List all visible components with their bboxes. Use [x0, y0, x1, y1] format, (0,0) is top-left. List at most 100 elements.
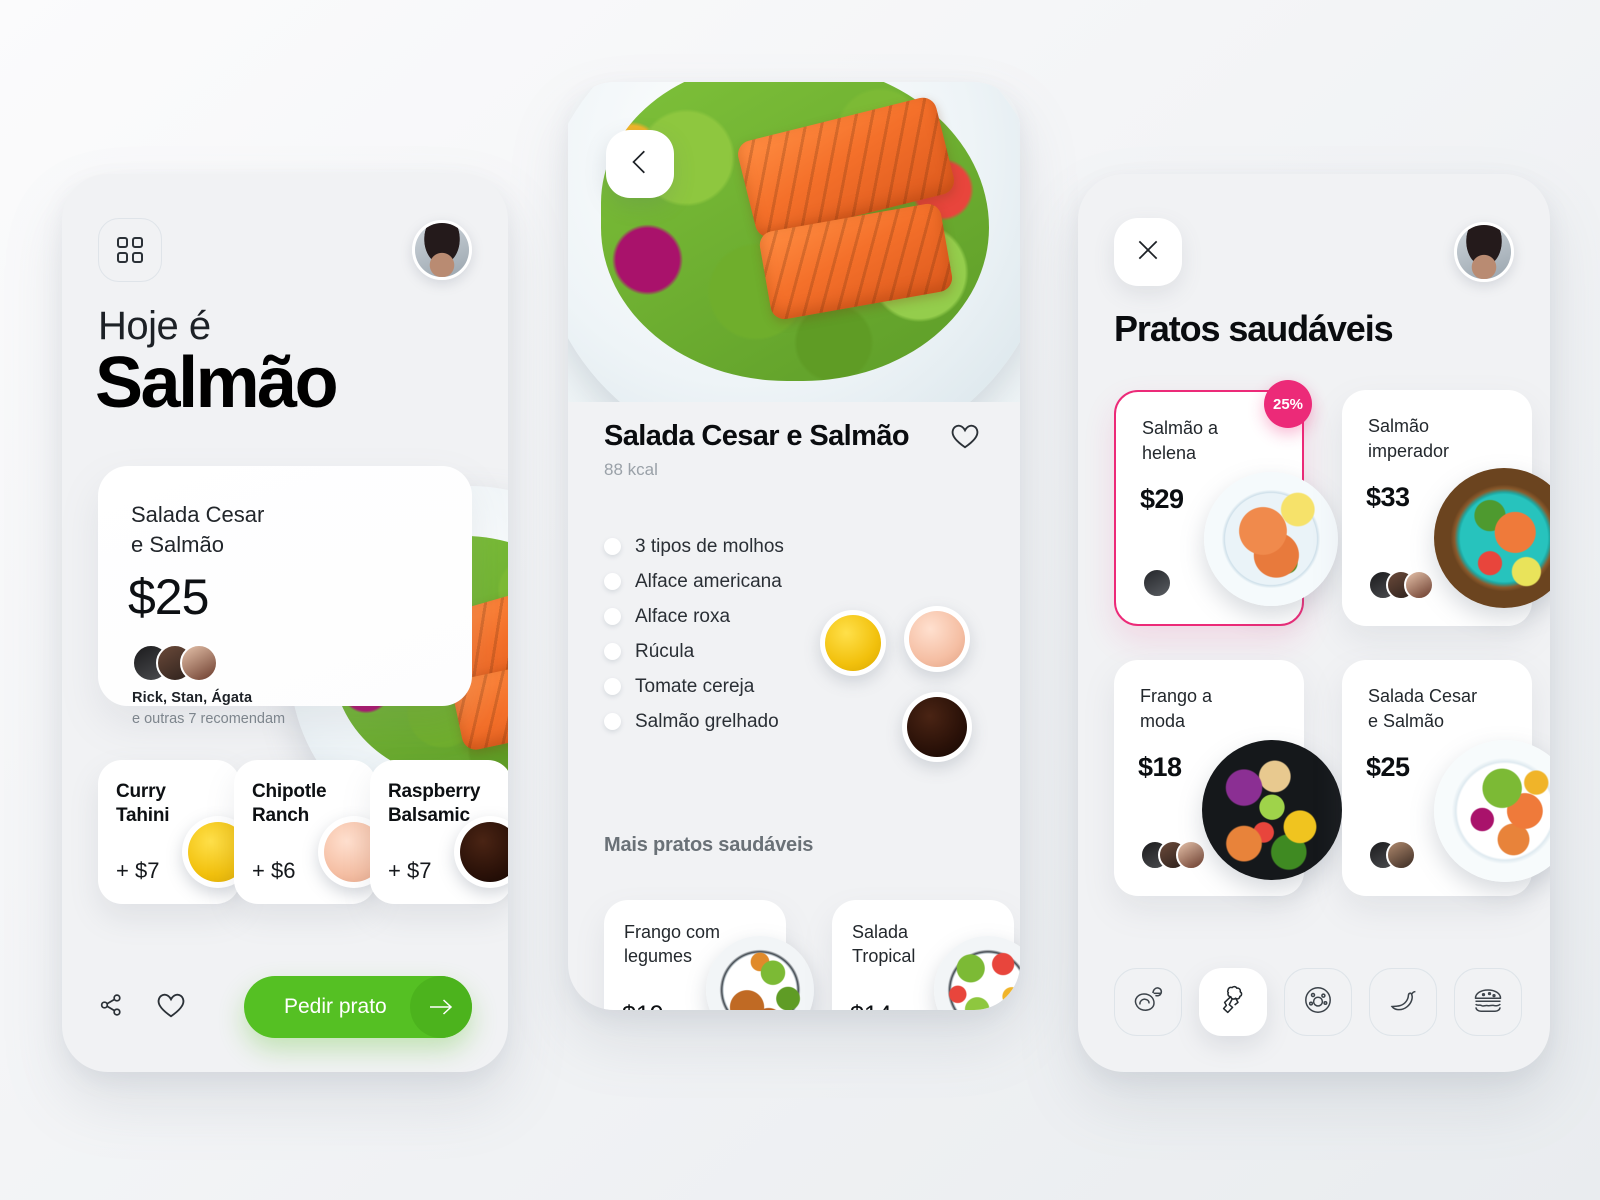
page-title: Pratos saudáveis: [1114, 308, 1394, 349]
sauce-bowl[interactable]: [820, 610, 886, 676]
dish-name: Frango a moda: [1140, 684, 1264, 734]
grid-icon: [117, 237, 143, 263]
sauce-name-line2: Balsamic: [388, 805, 470, 826]
checkbox-icon[interactable]: [604, 643, 621, 660]
avatar-photo: [1457, 225, 1511, 279]
sauce-name-line1: Curry: [116, 781, 166, 802]
featured-dish-card[interactable]: Salada Cesar e Salmão $25 Rick, Stan, Ág…: [98, 466, 472, 727]
dish-tile[interactable]: Frango a moda $18: [1114, 660, 1342, 896]
dish-name-line1: Frango com: [624, 922, 721, 942]
related-dish-card[interactable]: Salada Tropical $14: [832, 900, 1020, 1010]
related-dish-card[interactable]: Frango com legumes $19: [604, 900, 814, 1010]
dish-price: $25: [1366, 752, 1410, 782]
ingredient-label: Alface americana: [635, 570, 782, 592]
checkbox-icon[interactable]: [604, 538, 621, 555]
ingredient-label: Rúcula: [635, 640, 695, 662]
dish-name: Salada Cesar e Salmão: [131, 500, 331, 560]
burger-icon: [1471, 985, 1505, 1020]
section-title: Mais pratos saudáveis: [604, 834, 814, 856]
chevron-left-icon: [629, 148, 651, 181]
dish-name-line1: Salmão: [1368, 416, 1430, 436]
avatar: [1176, 840, 1206, 870]
home-action-bar: Pedir prato: [98, 976, 472, 1038]
back-button[interactable]: [606, 130, 674, 198]
dish-name-line2: legumes: [624, 946, 693, 966]
sauce-bowl[interactable]: [902, 692, 972, 762]
dish-name-line2: imperador: [1368, 441, 1450, 461]
checkbox-icon[interactable]: [604, 608, 621, 625]
dish-name-line2: helena: [1142, 443, 1197, 463]
ingredient-item[interactable]: Rúcula: [604, 637, 784, 666]
grid-menu-button[interactable]: [98, 218, 162, 282]
dish-tile[interactable]: 25% Salmão a helena $29: [1114, 380, 1338, 626]
dish-name: Salada Cesar e Salmão: [1368, 684, 1492, 734]
ingredient-item[interactable]: 3 tipos de molhos: [604, 532, 784, 561]
nav-item-broccoli[interactable]: [1199, 968, 1267, 1036]
ingredient-label: Alface roxa: [635, 605, 731, 627]
calories-label: 88 kcal: [604, 460, 658, 479]
dish-name-line1: Salada: [852, 922, 909, 942]
dish-tile[interactable]: Salmão imperador $33: [1342, 390, 1550, 626]
sauce-card[interactable]: Chipotle Ranch + $6: [234, 760, 390, 904]
dish-name-line2: e Salmão: [131, 532, 224, 557]
nav-item-donut[interactable]: [1284, 968, 1352, 1036]
avatar[interactable]: [1454, 222, 1514, 282]
ingredient-item[interactable]: Salmão grelhado: [604, 707, 784, 736]
nav-item-chili[interactable]: [1369, 968, 1437, 1036]
heart-icon[interactable]: [950, 422, 980, 455]
share-icon[interactable]: [98, 992, 124, 1023]
sauce-price: + $6: [252, 858, 296, 883]
dish-image: [1434, 468, 1550, 608]
dish-price: $19: [622, 1001, 664, 1010]
ingredient-label: 3 tipos de molhos: [635, 535, 784, 557]
dish-tile[interactable]: Salada Cesar e Salmão $25: [1342, 660, 1550, 896]
order-button[interactable]: Pedir prato: [244, 976, 472, 1038]
close-button[interactable]: [1114, 218, 1182, 286]
avatar[interactable]: [412, 220, 472, 280]
ingredient-label: Tomate cereja: [635, 675, 755, 697]
ingredient-item[interactable]: Alface roxa: [604, 602, 784, 631]
dish-image: [1202, 740, 1342, 880]
avatar: [1386, 840, 1416, 870]
dish-name-line1: Salmão a: [1142, 418, 1219, 438]
phone-home-screen: Hoje é Salmão Salada Cesar e Salmão $25 …: [62, 174, 508, 1072]
dish-price: $33: [1366, 482, 1410, 512]
ingredient-item[interactable]: Alface americana: [604, 567, 784, 596]
heart-icon[interactable]: [156, 991, 186, 1024]
steak-icon: [1131, 984, 1165, 1021]
checkbox-icon[interactable]: [604, 713, 621, 730]
dish-name-line2: e Salmão: [1368, 711, 1445, 731]
arrow-right-icon[interactable]: [410, 976, 472, 1038]
chili-icon: [1386, 985, 1420, 1020]
close-icon: [1135, 237, 1161, 268]
dish-title: Salada Cesar e Salmão: [604, 420, 910, 452]
phone-list-screen: Pratos saudáveis 25% Salmão a helena $29…: [1078, 174, 1550, 1072]
dish-image: [1434, 740, 1550, 882]
ingredient-item[interactable]: Tomate cereja: [604, 672, 784, 701]
ingredient-label: Salmão grelhado: [635, 710, 779, 732]
dish-name-line2: moda: [1140, 711, 1186, 731]
dish-name: Salmão imperador: [1368, 414, 1492, 464]
dish-price: $25: [128, 569, 209, 625]
nav-item-steak[interactable]: [1114, 968, 1182, 1036]
nav-item-burger[interactable]: [1454, 968, 1522, 1036]
dish-name: Salmão a helena: [1142, 416, 1266, 466]
avatar: [180, 644, 218, 682]
sauce-bowl[interactable]: [904, 606, 970, 672]
sauce-name-line2: Ranch: [252, 805, 310, 826]
sauce-card[interactable]: Curry Tahini + $7: [98, 760, 254, 904]
dish-price: $14: [850, 1001, 892, 1010]
page-title: Salmão: [95, 343, 339, 423]
avatar-photo: [415, 223, 469, 277]
avatar: [1404, 570, 1434, 600]
avatar: [1142, 568, 1172, 598]
discount-badge: 25%: [1264, 380, 1312, 428]
checkbox-icon[interactable]: [604, 678, 621, 695]
sauce-price: + $7: [116, 858, 160, 883]
broccoli-icon: [1216, 983, 1250, 1022]
home-topbar: [98, 218, 472, 282]
sauce-card[interactable]: Raspberry Balsamic + $7: [370, 760, 508, 904]
sauce-name-line2: Tahini: [116, 805, 170, 826]
checkbox-icon[interactable]: [604, 573, 621, 590]
dish-name-line1: Salada Cesar: [131, 502, 265, 527]
